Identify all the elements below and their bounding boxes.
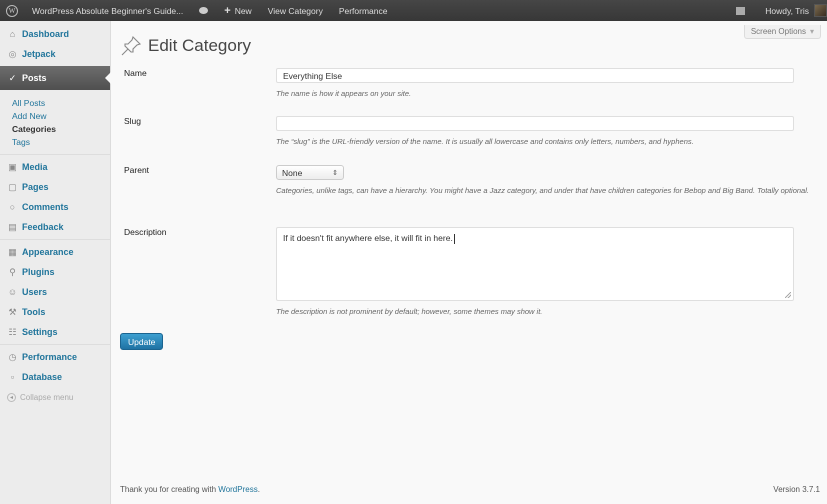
menu-database-label: Database bbox=[22, 372, 63, 382]
collapse-arrow-icon: ◂ bbox=[7, 392, 16, 402]
dropdown-arrow-icon: ▾ bbox=[809, 27, 814, 36]
toolbar-square-icon[interactable] bbox=[736, 6, 746, 15]
menu-plugins-label: Plugins bbox=[22, 267, 55, 277]
slug-hint: The “slug” is the URL-friendly version o… bbox=[276, 137, 694, 146]
menu-appearance[interactable]: ▦ Appearance bbox=[0, 242, 110, 262]
update-button[interactable]: Update bbox=[120, 333, 164, 350]
avatar bbox=[814, 4, 827, 17]
submenu-all-posts[interactable]: All Posts bbox=[12, 97, 110, 110]
feedback-icon: ▤ bbox=[8, 221, 17, 232]
new-label: New bbox=[234, 5, 252, 16]
description-label: Description bbox=[124, 227, 167, 237]
description-hint: The description is not prominent by defa… bbox=[276, 307, 543, 316]
performance-link[interactable]: Performance bbox=[331, 0, 396, 21]
plugins-icon: ⚲ bbox=[9, 266, 16, 277]
comments-icon[interactable] bbox=[191, 0, 216, 21]
menu-dashboard-label: Dashboard bbox=[22, 29, 70, 39]
media-icon: ▣ bbox=[8, 161, 17, 172]
menu-media[interactable]: ▣ Media bbox=[0, 157, 110, 177]
menu-users[interactable]: ☺ Users bbox=[0, 282, 110, 302]
account-menu[interactable]: Howdy, Tris bbox=[757, 0, 827, 21]
performance-icon: ◷ bbox=[8, 351, 17, 362]
select-arrows-icon: ⇕ bbox=[332, 169, 338, 177]
parent-hint: Categories, unlike tags, can have a hier… bbox=[276, 186, 809, 195]
posts-icon: ✓ bbox=[8, 72, 17, 83]
database-icon: ▫ bbox=[10, 372, 15, 382]
menu-plugins[interactable]: ⚲ Plugins bbox=[0, 262, 110, 282]
menu-media-label: Media bbox=[22, 162, 48, 172]
parent-label: Parent bbox=[124, 165, 150, 175]
screen-options-button[interactable]: Screen Options ▾ bbox=[743, 25, 821, 39]
menu-performance-label: Performance bbox=[22, 352, 78, 362]
menu-feedback-label: Feedback bbox=[22, 222, 64, 232]
slug-input[interactable] bbox=[276, 116, 794, 131]
submenu-tags[interactable]: Tags bbox=[12, 136, 110, 149]
name-label: Name bbox=[124, 68, 147, 78]
menu-posts[interactable]: ✓ Posts bbox=[0, 66, 111, 90]
screen-options-label: Screen Options bbox=[750, 27, 806, 36]
menu-settings[interactable]: ☷ Settings bbox=[0, 322, 110, 342]
name-input[interactable]: Everything Else bbox=[276, 68, 794, 83]
menu-separator bbox=[0, 344, 110, 345]
submenu-categories[interactable]: Categories bbox=[12, 123, 110, 136]
appearance-icon: ▦ bbox=[8, 246, 17, 257]
menu-appearance-label: Appearance bbox=[22, 247, 74, 257]
menu-pages[interactable]: ▢ Pages bbox=[0, 177, 110, 197]
menu-separator bbox=[0, 239, 110, 240]
description-textarea[interactable]: If it doesn't fit anywhere else, it will… bbox=[276, 227, 794, 301]
main-content: Screen Options ▾ Edit Category Name Ever… bbox=[112, 21, 827, 504]
wordpress-link[interactable]: WordPress bbox=[218, 485, 257, 494]
menu-comments-label: Comments bbox=[22, 202, 69, 212]
tools-icon: ⚒ bbox=[8, 306, 17, 317]
collapse-menu-label: Collapse menu bbox=[20, 392, 74, 402]
admin-bar: W WordPress Absolute Beginner's Guide...… bbox=[0, 0, 827, 21]
menu-feedback[interactable]: ▤ Feedback bbox=[0, 217, 110, 237]
pushpin-icon bbox=[121, 35, 142, 56]
menu-tools-label: Tools bbox=[22, 307, 46, 317]
menu-dashboard[interactable]: ⌂ Dashboard bbox=[0, 24, 110, 44]
parent-select-value: None bbox=[282, 167, 303, 178]
dashboard-icon: ⌂ bbox=[9, 29, 16, 39]
menu-separator bbox=[0, 154, 110, 155]
menu-jetpack[interactable]: ◎ Jetpack bbox=[0, 44, 110, 64]
menu-jetpack-label: Jetpack bbox=[22, 49, 56, 59]
jetpack-icon: ◎ bbox=[8, 48, 17, 59]
menu-settings-label: Settings bbox=[22, 327, 58, 337]
view-category-link[interactable]: View Category bbox=[260, 0, 331, 21]
page-header: Edit Category bbox=[120, 35, 251, 57]
text-caret bbox=[453, 233, 455, 244]
menu-comments[interactable]: ○ Comments bbox=[0, 197, 110, 217]
version-text: Version 3.7.1 bbox=[773, 485, 820, 494]
plus-icon: + bbox=[224, 4, 231, 17]
menu-database[interactable]: ▫ Database bbox=[0, 367, 110, 387]
admin-sidebar: ⌂ Dashboard ◎ Jetpack ✓ Posts All Posts … bbox=[0, 21, 111, 504]
collapse-menu-button[interactable]: ◂ Collapse menu bbox=[0, 387, 110, 407]
footer-thanks-text: Thank you for creating with bbox=[120, 485, 219, 494]
footer: Thank you for creating with WordPress. V… bbox=[120, 485, 820, 494]
menu-tools[interactable]: ⚒ Tools bbox=[0, 302, 110, 322]
pages-icon: ▢ bbox=[8, 181, 17, 192]
page-title: Edit Category bbox=[148, 36, 251, 55]
submenu-add-new[interactable]: Add New bbox=[12, 110, 110, 123]
site-name-link[interactable]: WordPress Absolute Beginner's Guide... bbox=[24, 0, 191, 21]
menu-posts-label: Posts bbox=[22, 73, 47, 83]
resize-grip-icon[interactable] bbox=[785, 292, 791, 298]
posts-submenu: All Posts Add New Categories Tags bbox=[0, 92, 110, 152]
menu-performance[interactable]: ◷ Performance bbox=[0, 347, 110, 367]
new-content-button[interactable]: + New bbox=[216, 0, 259, 21]
parent-select[interactable]: None ⇕ bbox=[276, 165, 344, 180]
menu-users-label: Users bbox=[22, 287, 48, 297]
footer-thanks: Thank you for creating with WordPress. bbox=[120, 485, 260, 494]
greeting-text: Howdy, Tris bbox=[765, 5, 809, 16]
footer-thanks-suffix: . bbox=[257, 485, 260, 494]
settings-icon: ☷ bbox=[8, 326, 17, 337]
name-hint: The name is how it appears on your site. bbox=[276, 89, 412, 98]
description-text: If it doesn't fit anywhere else, it will… bbox=[283, 233, 453, 243]
menu-pages-label: Pages bbox=[22, 182, 49, 192]
wordpress-logo-icon[interactable]: W bbox=[0, 0, 24, 21]
slug-label: Slug bbox=[124, 116, 142, 126]
comments-bubble-icon: ○ bbox=[9, 202, 16, 212]
users-icon: ☺ bbox=[7, 287, 18, 297]
